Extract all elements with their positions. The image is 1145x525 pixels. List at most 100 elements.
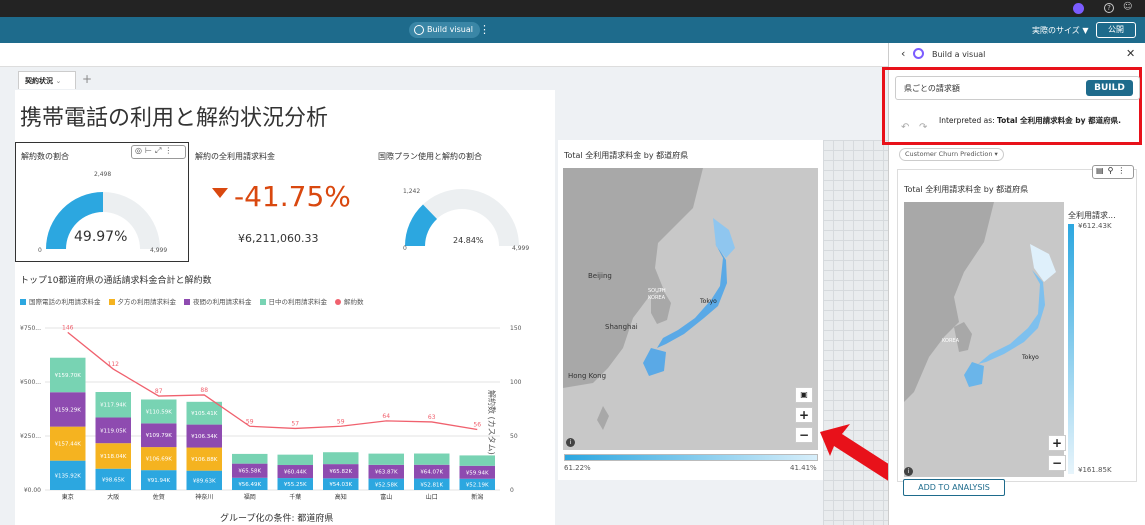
bar-data-label[interactable]: ¥91.94K — [147, 478, 170, 484]
y-tick-label: ¥250... — [20, 433, 41, 440]
tab-contract-status[interactable]: 契約状況 ⌄ — [18, 71, 76, 89]
bar-data-label[interactable]: ¥106.88K — [191, 457, 218, 463]
map-visual[interactable]: Total 全利用請求料金 by 都道府県 Beijing Shanghai H… — [558, 140, 823, 480]
help-icon[interactable]: ? — [1104, 3, 1114, 13]
chevron-down-icon: ▾ — [994, 150, 998, 158]
bar-data-label[interactable]: ¥135.92K — [55, 473, 82, 479]
focus-icon[interactable]: ◎ — [135, 146, 145, 155]
line-data-label: 63 — [428, 414, 436, 421]
chevron-down-icon: ▼ — [1082, 26, 1089, 35]
undo-icon[interactable]: ↶ — [901, 122, 909, 133]
bar-segment[interactable] — [368, 453, 404, 465]
kpi3-max-label: 1,242 — [403, 188, 421, 195]
query-input[interactable]: 県ごとの請求額 BUILD — [895, 76, 1140, 100]
redo-icon[interactable]: ↷ — [919, 122, 927, 133]
line-data-label: 87 — [155, 388, 163, 395]
bar-data-label[interactable]: ¥54.03K — [329, 482, 352, 488]
bar-data-label[interactable]: ¥117.94K — [100, 403, 127, 409]
map-title: Total 全利用請求料金 by 都道府県 — [564, 151, 689, 160]
preview-map[interactable] — [904, 202, 1064, 477]
bar-data-label[interactable]: ¥109.79K — [146, 433, 173, 439]
bar-data-label[interactable]: ¥89.63K — [193, 478, 216, 484]
bar-segment[interactable] — [323, 452, 359, 465]
bar-data-label[interactable]: ¥65.58K — [238, 469, 261, 475]
add-tab-icon[interactable]: + — [82, 72, 92, 86]
bar-data-label[interactable]: ¥119.05K — [100, 428, 127, 434]
map-label-beijing: Beijing — [588, 272, 612, 280]
map-canvas[interactable] — [563, 168, 818, 450]
legend-item[interactable]: 国際電話の利用請求料金 — [20, 298, 101, 306]
combo-legend: 国際電話の利用請求料金 夕方の利用請求料金 夜間の利用請求料金 日中の利用請求料金 解約… — [20, 296, 540, 306]
map-recenter-button[interactable]: ▣ — [795, 387, 813, 403]
line-data-label: 88 — [200, 387, 208, 394]
bar-segment[interactable] — [459, 455, 495, 466]
chart-type-icon[interactable]: ▤ — [1096, 166, 1108, 175]
legend-item[interactable]: 日中の利用請求料金 — [259, 298, 327, 306]
size-select[interactable]: 実際のサイズ ▼ — [1032, 25, 1088, 36]
bar-segment[interactable] — [414, 453, 450, 465]
preview-zoom-in-button[interactable]: + — [1048, 435, 1066, 451]
legend-item[interactable]: 解約数 — [335, 298, 364, 306]
page-title: 携帯電話の利用と解約状況分析 — [20, 106, 329, 131]
x-tick-label: 福岡 — [244, 493, 256, 501]
build-visual-panel-icon — [913, 48, 924, 59]
bar-segment[interactable] — [232, 453, 268, 464]
filter-icon[interactable]: ⊢ — [145, 146, 155, 155]
chevron-down-icon[interactable]: ⌄ — [55, 77, 61, 85]
user-icon[interactable]: ☺ — [1123, 2, 1132, 12]
publish-button[interactable]: 公開 — [1096, 22, 1136, 38]
add-to-analysis-button[interactable]: ADD TO ANALYSIS — [903, 479, 1005, 496]
legend-item[interactable]: 夜間の利用請求料金 — [184, 298, 252, 306]
map-info-icon[interactable]: i — [566, 438, 575, 447]
app-logo-icon[interactable] — [1073, 3, 1084, 14]
bar-data-label[interactable]: ¥65.82K — [329, 469, 352, 475]
preview-zoom-out-button[interactable]: − — [1048, 455, 1066, 471]
bar-data-label[interactable]: ¥106.34K — [191, 434, 218, 440]
bar-data-label[interactable]: ¥157.44K — [55, 442, 82, 448]
build-visual-panel: ‹ Build a visual ✕ 県ごとの請求額 BUILD ↶ ↷ Int… — [882, 43, 1145, 525]
kpi1-visual[interactable]: 解約数の割合 ◎⊢⤢⋮ 2,498 49.97% 0 4,999 — [15, 142, 189, 262]
bar-data-label[interactable]: ¥98.65K — [102, 477, 125, 483]
back-icon[interactable]: ‹ — [901, 47, 905, 60]
more-icon[interactable]: ⋮ — [1117, 166, 1129, 175]
bar-data-label[interactable]: ¥106.69K — [146, 457, 173, 463]
preview-info-icon[interactable]: i — [904, 467, 913, 476]
insight-icon[interactable]: ⚲ — [1108, 166, 1118, 175]
bar-data-label[interactable]: ¥52.58K — [375, 482, 398, 488]
map-label-south: SOUTH — [648, 288, 666, 294]
topic-select[interactable]: Customer Churn Prediction ▾ — [899, 148, 1004, 161]
preview-visual: ▤⚲⋮ Total 全利用請求料金 by 都道府県 Tokyo KOREA + … — [897, 165, 1137, 482]
build-visual-button[interactable]: Build visual — [409, 22, 480, 38]
bar-data-label[interactable]: ¥105.41K — [191, 411, 218, 417]
bar-data-label[interactable]: ¥60.44K — [284, 470, 307, 476]
bar-data-label[interactable]: ¥63.87K — [375, 470, 398, 476]
build-visual-label: Build visual — [427, 25, 473, 34]
kpi2-title: 解約の全利用請求料金 — [195, 152, 275, 161]
line-data-label: 146 — [62, 324, 74, 331]
bar-data-label[interactable]: ¥118.04K — [100, 454, 127, 460]
bar-data-label[interactable]: ¥110.59K — [146, 409, 173, 415]
legend-swatch — [108, 299, 115, 305]
map-legend-gradient — [564, 454, 818, 461]
bar-data-label[interactable]: ¥55.25K — [284, 482, 307, 488]
bar-data-label[interactable]: ¥52.19K — [466, 482, 489, 488]
kpi1-min: 0 — [38, 247, 42, 254]
bar-data-label[interactable]: ¥159.70K — [55, 373, 82, 379]
kpi3-min: 0 — [403, 245, 407, 252]
bar-data-label[interactable]: ¥159.29K — [55, 407, 82, 413]
more-menu-icon[interactable]: ⋮ — [479, 23, 490, 36]
bar-data-label[interactable]: ¥59.94K — [466, 470, 489, 476]
close-icon[interactable]: ✕ — [1126, 47, 1135, 60]
legend-item[interactable]: 夕方の利用請求料金 — [108, 298, 176, 306]
bar-data-label[interactable]: ¥64.07K — [420, 470, 443, 476]
interpreted-text: Interpreted as: Total 全利用請求料金 by 都道府県. — [939, 115, 1139, 126]
expand-icon[interactable]: ⤢ — [155, 146, 164, 155]
combo-xlabel: グループ化の条件: 都道府県 — [220, 514, 334, 524]
bar-segment[interactable] — [277, 454, 313, 466]
bar-data-label[interactable]: ¥56.49K — [238, 482, 261, 488]
build-button[interactable]: BUILD — [1086, 80, 1133, 96]
bar-data-label[interactable]: ¥52.81K — [420, 482, 443, 488]
more-icon[interactable]: ⋮ — [164, 146, 175, 155]
kpi2-sub: ¥6,211,060.33 — [238, 232, 319, 245]
line-data-label: 56 — [473, 422, 481, 429]
